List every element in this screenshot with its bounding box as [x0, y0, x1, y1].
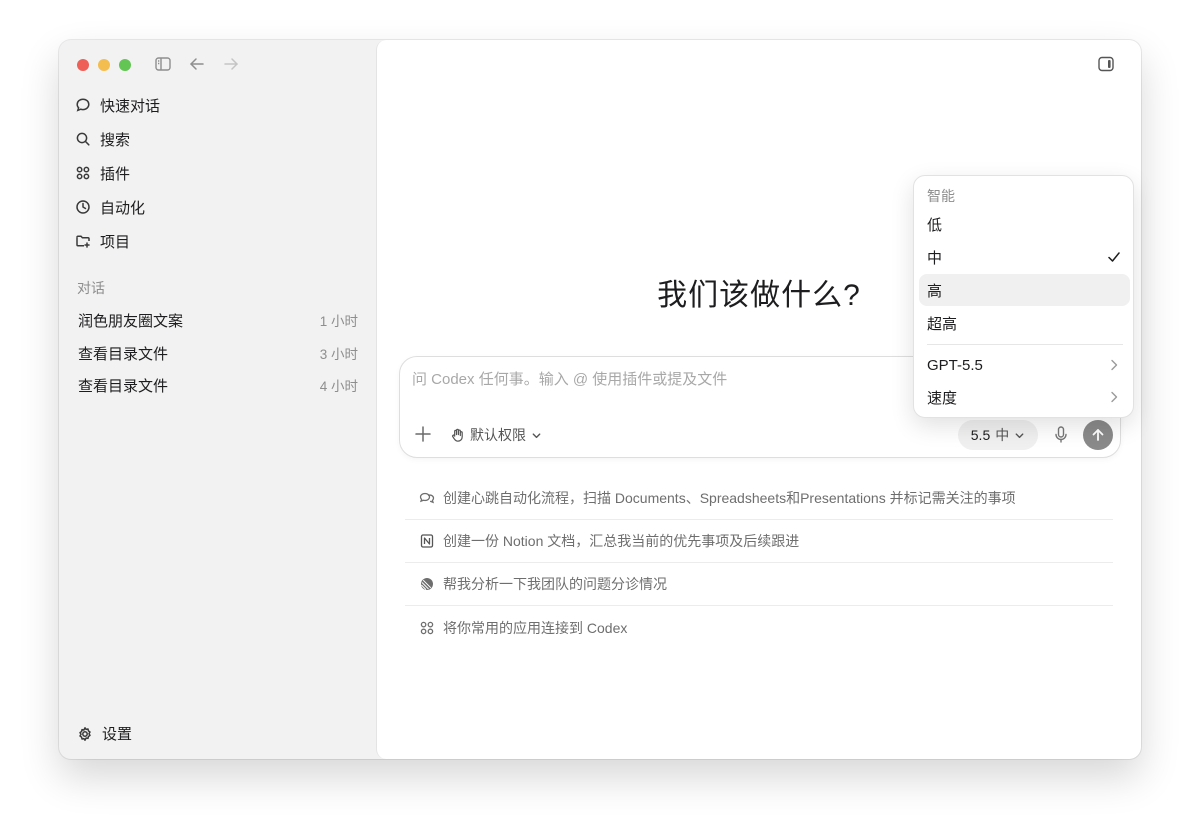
chat-history-item[interactable]: 查看目录文件 3 小时 [73, 338, 363, 368]
microphone-button[interactable] [1050, 423, 1072, 447]
suggestion-item[interactable]: 创建一份 Notion 文档，汇总我当前的优先事项及后续跟进 [405, 519, 1113, 562]
close-window-button[interactable] [77, 59, 89, 71]
model-level-selector[interactable]: 5.5 中 [958, 420, 1038, 450]
folder-plus-icon [76, 235, 90, 248]
menu-header: 智能 [927, 188, 955, 204]
menu-item-label: 高 [927, 282, 943, 300]
chevron-right-icon [1111, 391, 1118, 403]
nav-label: 搜索 [100, 131, 131, 149]
chat-time: 3 小时 [319, 347, 358, 362]
menu-item-low[interactable]: 低 [919, 208, 1130, 240]
suggestion-item[interactable]: 将你常用的应用连接到 Codex [405, 606, 1113, 649]
chevron-right-icon [1111, 359, 1118, 371]
panel-toggle-icon[interactable] [1097, 55, 1115, 73]
grid-icon [76, 166, 90, 180]
back-arrow-icon[interactable] [187, 54, 207, 74]
nav-projects[interactable]: 项目 [75, 227, 130, 255]
menu-item-label: 低 [927, 216, 943, 234]
clock-icon [76, 200, 90, 214]
chat-history-item[interactable]: 润色朋友圈文案 1 小时 [73, 305, 363, 335]
chevron-down-icon [532, 432, 541, 438]
menu-item-label: 中 [927, 249, 943, 267]
nav-quick-chat[interactable]: 快速对话 [75, 91, 160, 119]
reasoning-level: 中 [995, 427, 1010, 443]
chat-time: 1 小时 [319, 314, 358, 329]
nav-search[interactable]: 搜索 [75, 125, 130, 153]
nav-automation[interactable]: 自动化 [75, 193, 145, 221]
microphone-icon [1055, 426, 1067, 443]
menu-item-medium[interactable]: 中 [919, 241, 1130, 273]
permission-label: 默认权限 [470, 427, 526, 443]
nav-plugins[interactable]: 插件 [75, 159, 130, 187]
plus-icon [415, 426, 431, 442]
section-label-chats: 对话 [77, 280, 105, 296]
menu-item-speed-submenu[interactable]: 速度 [919, 381, 1130, 413]
suggestion-item[interactable]: 创建心跳自动化流程，扫描 Documents、Spreadsheets和Pres… [405, 476, 1113, 519]
reasoning-level-menu: 智能 低 中 高 超高 GPT-5.5 速度 [913, 175, 1134, 418]
hand-icon [452, 428, 463, 442]
checkmark-icon [1108, 252, 1120, 262]
menu-item-label: 速度 [927, 389, 958, 407]
menu-item-high[interactable]: 高 [919, 274, 1130, 306]
add-attachment-button[interactable] [412, 423, 434, 445]
chat-title: 润色朋友圈文案 [78, 312, 184, 330]
suggestion-text: 创建心跳自动化流程，扫描 Documents、Spreadsheets和Pres… [443, 489, 1016, 506]
suggestion-text: 创建一份 Notion 文档，汇总我当前的优先事项及后续跟进 [443, 532, 800, 549]
sidebar-toggle-icon[interactable] [153, 54, 173, 74]
settings-label: 设置 [102, 726, 133, 743]
nav-label: 快速对话 [100, 97, 161, 115]
gear-icon [79, 726, 91, 741]
send-button[interactable] [1083, 420, 1113, 450]
nav-label: 插件 [100, 165, 131, 183]
search-icon [76, 132, 90, 146]
chat-time: 4 小时 [319, 379, 358, 394]
arrow-up-icon [1092, 429, 1104, 441]
apps-grid-icon [420, 621, 434, 634]
chat-loop-icon [419, 492, 435, 503]
menu-item-extra-high[interactable]: 超高 [919, 307, 1130, 339]
chat-bubble-icon [76, 98, 90, 112]
nav-label: 自动化 [100, 199, 146, 217]
settings-button[interactable]: 设置 [77, 723, 132, 744]
chat-history-item[interactable]: 查看目录文件 4 小时 [73, 370, 363, 400]
model-version: 5.5 [970, 427, 991, 443]
minimize-window-button[interactable] [98, 59, 110, 71]
suggestion-text: 将你常用的应用连接到 Codex [443, 619, 628, 636]
menu-item-label: GPT-5.5 [927, 356, 983, 374]
linear-icon [421, 577, 433, 590]
suggestion-item[interactable]: 帮我分析一下我团队的问题分诊情况 [405, 562, 1113, 605]
menu-item-label: 超高 [927, 315, 958, 333]
notion-icon [420, 533, 434, 548]
chat-title: 查看目录文件 [78, 377, 169, 395]
menu-item-model-submenu[interactable]: GPT-5.5 [919, 349, 1130, 381]
forward-arrow-icon[interactable] [221, 54, 241, 74]
suggestion-text: 帮我分析一下我团队的问题分诊情况 [443, 575, 667, 592]
zoom-window-button[interactable] [119, 59, 131, 71]
sidebar: 快速对话 搜索 插件 自动化 项目 对话 润色朋友圈文案 1 小时 查看目录文件… [59, 40, 376, 759]
nav-label: 项目 [100, 233, 131, 251]
chat-title: 查看目录文件 [78, 345, 169, 363]
menu-divider [927, 344, 1123, 345]
chevron-down-icon [1015, 432, 1024, 438]
permission-dropdown[interactable]: 默认权限 [450, 423, 542, 447]
